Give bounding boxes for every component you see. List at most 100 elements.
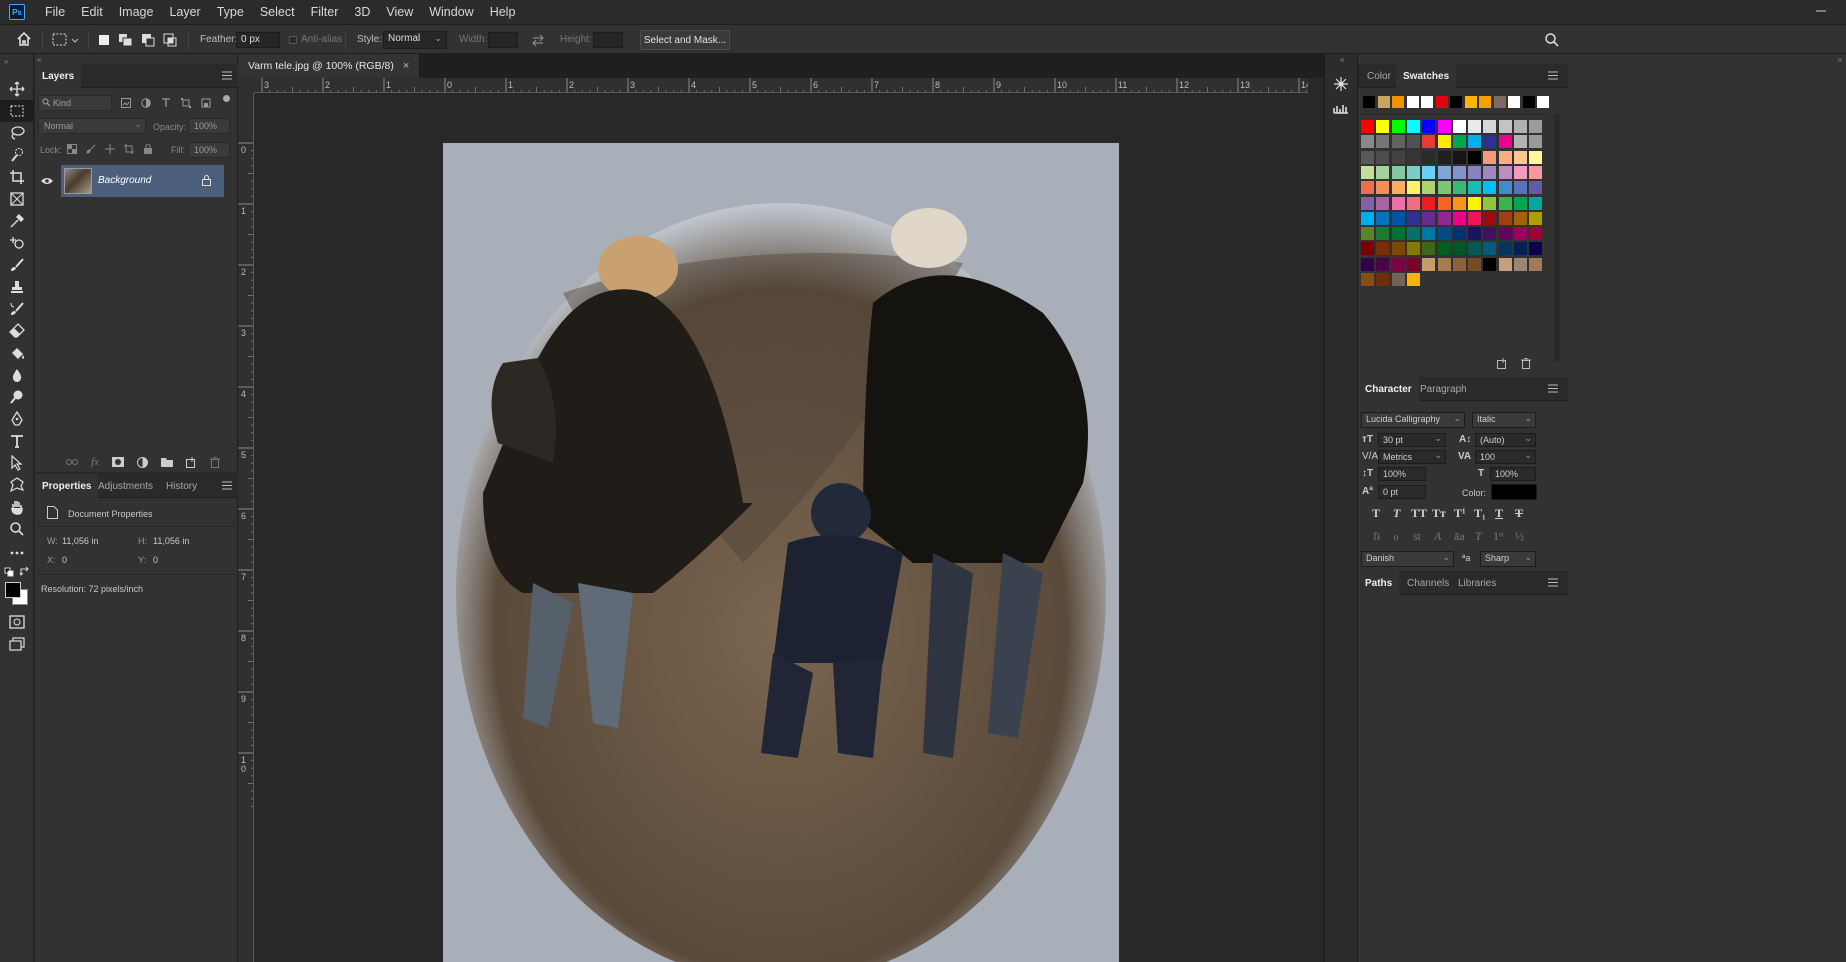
antialias-select[interactable]: Sharp ⌄ — [1480, 551, 1536, 567]
swatch[interactable] — [1437, 227, 1451, 241]
swatch[interactable] — [1437, 211, 1451, 225]
swatch[interactable] — [1468, 150, 1482, 164]
menu-layer[interactable]: Layer — [161, 0, 208, 24]
pen-tool-icon[interactable] — [0, 408, 34, 430]
new-layer-icon[interactable] — [185, 456, 197, 468]
collapse-arrows-icon[interactable]: » — [1838, 55, 1842, 64]
antialias-checkbox[interactable] — [289, 36, 297, 44]
tab-color[interactable]: Color — [1360, 64, 1398, 88]
lock-position-icon[interactable] — [105, 144, 115, 154]
swatch[interactable] — [1483, 181, 1497, 195]
recent-swatch[interactable] — [1406, 96, 1419, 108]
swash-icon[interactable]: A — [1434, 529, 1441, 544]
language-select[interactable]: Danish ⌄ — [1361, 551, 1454, 567]
lock-transparency-icon[interactable] — [67, 144, 77, 154]
fractions-icon[interactable]: ½ — [1515, 529, 1524, 544]
swatch[interactable] — [1529, 165, 1543, 179]
new-group-icon[interactable] — [160, 457, 173, 467]
swatch[interactable] — [1452, 120, 1466, 133]
recent-swatch[interactable] — [1464, 96, 1477, 108]
hand-tool-icon[interactable] — [0, 496, 34, 518]
swatch[interactable] — [1468, 227, 1482, 241]
type-filter-icon[interactable] — [161, 98, 171, 108]
foreground-color-swatch[interactable] — [5, 582, 21, 598]
swatch[interactable] — [1422, 242, 1436, 256]
swatch[interactable] — [1437, 120, 1451, 133]
swatch[interactable] — [1498, 135, 1512, 149]
swatch[interactable] — [1452, 227, 1466, 241]
swatch[interactable] — [1452, 257, 1466, 271]
tab-properties[interactable]: Properties — [35, 474, 99, 498]
swatch[interactable] — [1422, 257, 1436, 271]
swatch[interactable] — [1514, 135, 1527, 149]
zoom-tool-icon[interactable] — [0, 518, 34, 540]
panel-menu-icon[interactable] — [1548, 384, 1558, 393]
horizontal-scale-input[interactable]: 100% — [1490, 467, 1536, 481]
swatch[interactable] — [1376, 211, 1390, 225]
intersect-selection-icon[interactable] — [163, 33, 179, 47]
swatch[interactable] — [1498, 211, 1512, 225]
w-value[interactable]: 11,056 in — [62, 536, 98, 546]
swatch[interactable] — [1498, 150, 1512, 164]
swatch[interactable] — [1422, 211, 1436, 225]
tab-adjustments[interactable]: Adjustments — [91, 474, 160, 498]
menu-select[interactable]: Select — [252, 0, 303, 24]
swatch[interactable] — [1391, 242, 1405, 256]
image-filter-icon[interactable] — [121, 98, 131, 108]
recent-swatch[interactable] — [1421, 96, 1433, 108]
tab-libraries[interactable]: Libraries — [1451, 571, 1503, 595]
swatch[interactable] — [1422, 120, 1436, 133]
select-and-mask-button[interactable]: Select and Mask... — [640, 30, 730, 50]
swatch[interactable] — [1391, 165, 1405, 179]
lock-artboard-icon[interactable] — [124, 144, 134, 154]
swatch[interactable] — [1483, 242, 1497, 256]
frame-tool-icon[interactable] — [0, 188, 34, 210]
swap-width-height-icon[interactable] — [531, 33, 545, 47]
swatch[interactable] — [1406, 165, 1420, 179]
strikethrough-icon[interactable]: T — [1515, 506, 1523, 521]
swatch[interactable] — [1376, 196, 1390, 210]
swatch[interactable] — [1437, 150, 1451, 164]
menu-image[interactable]: Image — [111, 0, 162, 24]
search-icon[interactable] — [1544, 32, 1560, 48]
swatch[interactable] — [1483, 257, 1497, 271]
quick-selection-tool-icon[interactable] — [0, 144, 34, 166]
x-value[interactable]: 0 — [62, 555, 67, 565]
swatch[interactable] — [1483, 150, 1497, 164]
delete-swatch-icon[interactable] — [1521, 358, 1531, 369]
swatch[interactable] — [1376, 150, 1390, 164]
swatch[interactable] — [1437, 181, 1451, 195]
swatch[interactable] — [1406, 242, 1420, 256]
swatch[interactable] — [1406, 273, 1420, 286]
tab-swatches[interactable]: Swatches — [1396, 64, 1457, 88]
swatch[interactable] — [1498, 196, 1512, 210]
swatch[interactable] — [1376, 165, 1390, 179]
link-layers-icon[interactable] — [66, 458, 78, 466]
baseline-shift-input[interactable]: 0 pt — [1378, 485, 1426, 499]
swatch[interactable] — [1452, 135, 1466, 149]
adjustment-filter-icon[interactable] — [141, 98, 151, 108]
crop-tool-icon[interactable] — [0, 166, 34, 188]
swatch[interactable] — [1514, 242, 1527, 256]
eyedropper-tool-icon[interactable] — [0, 210, 34, 232]
path-selection-tool-icon[interactable] — [0, 452, 34, 474]
recent-swatch[interactable] — [1435, 96, 1448, 108]
swatch[interactable] — [1361, 227, 1374, 241]
add-mask-icon[interactable] — [111, 457, 124, 467]
swatch[interactable] — [1406, 227, 1420, 241]
default-colors-icon[interactable] — [4, 567, 14, 577]
swatch[interactable] — [1391, 211, 1405, 225]
rectangular-marquee-tool-icon[interactable] — [0, 100, 34, 122]
swatch[interactable] — [1437, 165, 1451, 179]
swatch[interactable] — [1406, 150, 1420, 164]
fill-input[interactable]: 100% — [188, 142, 230, 158]
recent-swatch[interactable] — [1377, 96, 1390, 108]
new-swatch-icon[interactable] — [1497, 358, 1508, 369]
swatch[interactable] — [1422, 227, 1436, 241]
swatch[interactable] — [1361, 257, 1374, 271]
panel-menu-icon[interactable] — [1548, 578, 1558, 587]
swatch[interactable] — [1361, 242, 1374, 256]
custom-shape-tool-icon[interactable] — [0, 474, 34, 496]
swatch[interactable] — [1376, 227, 1390, 241]
swatch[interactable] — [1514, 165, 1527, 179]
